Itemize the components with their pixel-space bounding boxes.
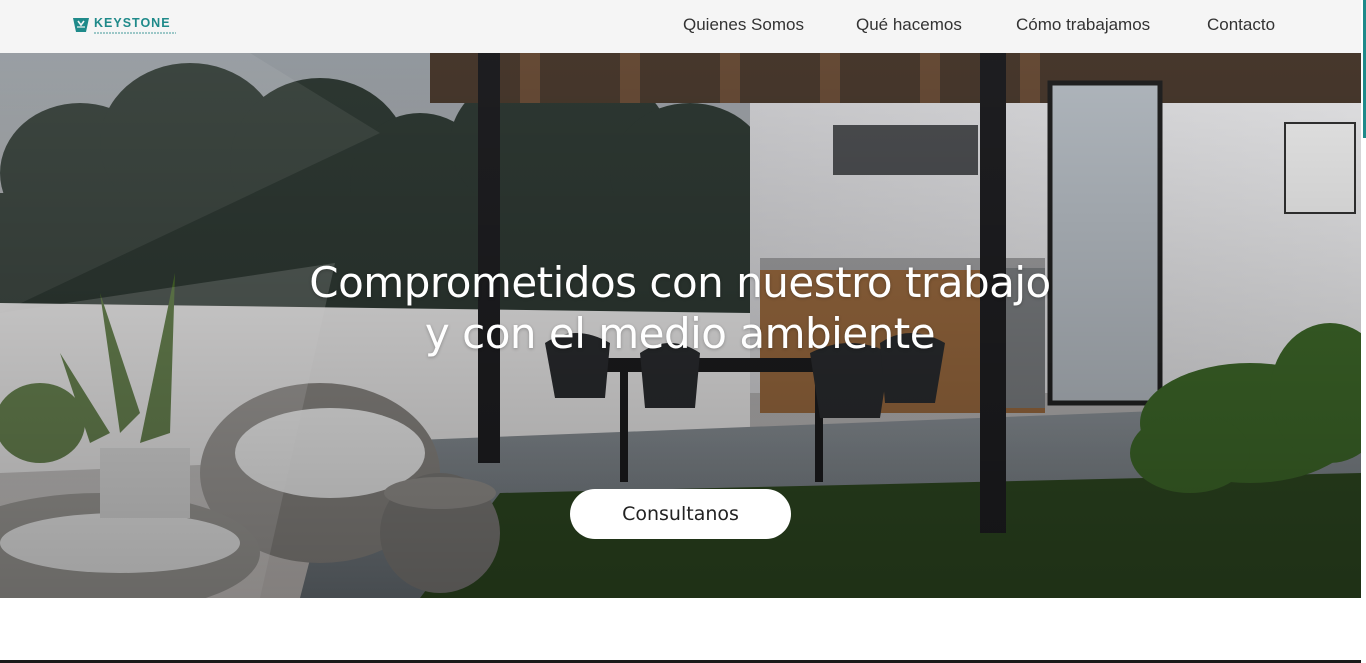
main-nav: Quienes Somos Qué hacemos Cómo trabajamo… — [0, 0, 1361, 53]
nav-link-como-trabajamos[interactable]: Cómo trabajamos — [1016, 15, 1150, 35]
nav-link-que-hacemos[interactable]: Qué hacemos — [856, 15, 962, 35]
nav-link-quienes-somos[interactable]: Quienes Somos — [683, 15, 804, 35]
nav-link-contacto[interactable]: Contacto — [1207, 15, 1275, 35]
top-navbar: KEYSTONE Quienes Somos Qué hacemos Cómo … — [0, 0, 1361, 53]
consultanos-button[interactable]: Consultanos — [570, 489, 791, 539]
hero-section: Comprometidos con nuestro trabajo y con … — [0, 53, 1361, 598]
hero-heading: Comprometidos con nuestro trabajo y con … — [309, 258, 1051, 358]
page-scrollbar[interactable] — [1361, 0, 1366, 663]
